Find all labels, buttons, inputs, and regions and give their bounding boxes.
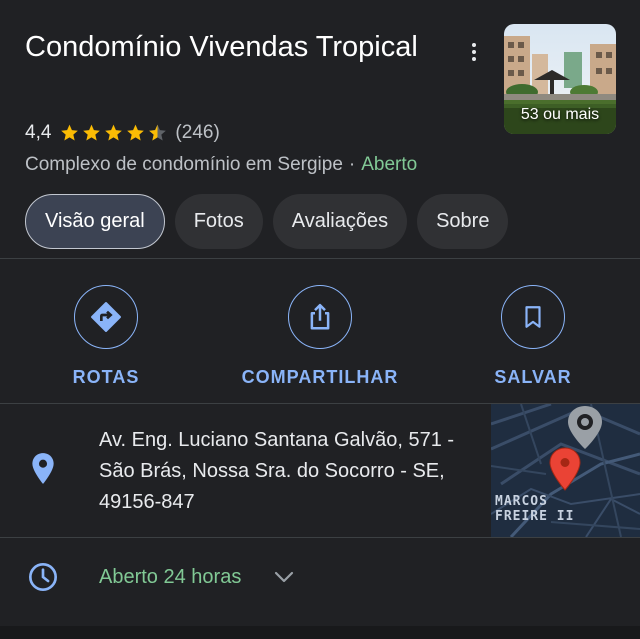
save-label: SALVAR	[494, 367, 572, 387]
review-count: (246)	[175, 122, 220, 143]
directions-button[interactable]: ROTAS	[6, 285, 206, 388]
directions-label: ROTAS	[72, 367, 140, 387]
rating-row[interactable]: 4,4 (246)	[25, 120, 220, 146]
place-header: Condomínio Vivendas Tropical 53 ou mais …	[0, 0, 640, 258]
tab-overview[interactable]: Visão geral	[25, 194, 165, 249]
open-status: Aberto	[361, 154, 418, 175]
divider	[0, 537, 640, 538]
share-button[interactable]: COMPARTILHAR	[220, 285, 420, 388]
star-icon	[127, 124, 145, 141]
save-button[interactable]: SALVAR	[433, 285, 633, 388]
place-title: Condomínio Vivendas Tropical	[25, 31, 418, 63]
share-circle	[288, 285, 352, 349]
rating-value: 4,4	[25, 122, 52, 143]
rating-stars	[59, 123, 169, 143]
tab-bar: Visão geral Fotos Avaliações Sobre	[25, 194, 518, 250]
star-icon	[61, 124, 79, 141]
tab-reviews[interactable]: Avaliações	[272, 194, 408, 249]
share-label: COMPARTILHAR	[241, 367, 399, 387]
address-row[interactable]: Av. Eng. Luciano Santana Galvão, 571 - S…	[0, 404, 640, 537]
map-label-line2: FREIRE II	[495, 509, 575, 524]
share-icon	[310, 303, 330, 330]
address-text: Av. Eng. Luciano Santana Galvão, 571 - S…	[99, 429, 455, 513]
action-buttons: ROTAS COMPARTILHAR SALVAR	[0, 260, 640, 402]
hours-text: Aberto 24 horas	[99, 566, 242, 588]
star-icon	[83, 124, 101, 141]
directions-circle	[74, 285, 138, 349]
hours-row[interactable]: Aberto 24 horas	[0, 539, 640, 617]
category-row: Complexo de condomínio em Sergipe · Aber…	[25, 152, 417, 178]
more-options-icon[interactable]	[462, 38, 486, 66]
half-star-icon	[149, 124, 167, 141]
chevron-down-icon[interactable]	[272, 567, 296, 587]
clock-icon	[29, 563, 57, 591]
star-icon	[105, 124, 123, 141]
tab-about[interactable]: Sobre	[417, 194, 509, 249]
tab-photos[interactable]: Fotos	[174, 194, 263, 249]
map-neighborhood-label: MARCOS FREIRE II	[495, 494, 574, 524]
photo-count-label: 53 ou mais	[520, 106, 600, 123]
map-thumbnail[interactable]: MARCOS FREIRE II	[491, 404, 640, 537]
separator-dot: ·	[348, 154, 356, 175]
photo-thumbnail[interactable]: 53 ou mais	[504, 24, 616, 134]
place-category: Complexo de condomínio em Sergipe	[25, 154, 343, 175]
bottom-divider-band	[0, 626, 640, 639]
directions-icon	[91, 302, 121, 332]
map-label-line1: MARCOS	[495, 494, 548, 509]
divider	[0, 258, 640, 259]
bookmark-icon	[525, 306, 541, 328]
location-pin-icon	[32, 453, 54, 484]
save-circle	[501, 285, 565, 349]
